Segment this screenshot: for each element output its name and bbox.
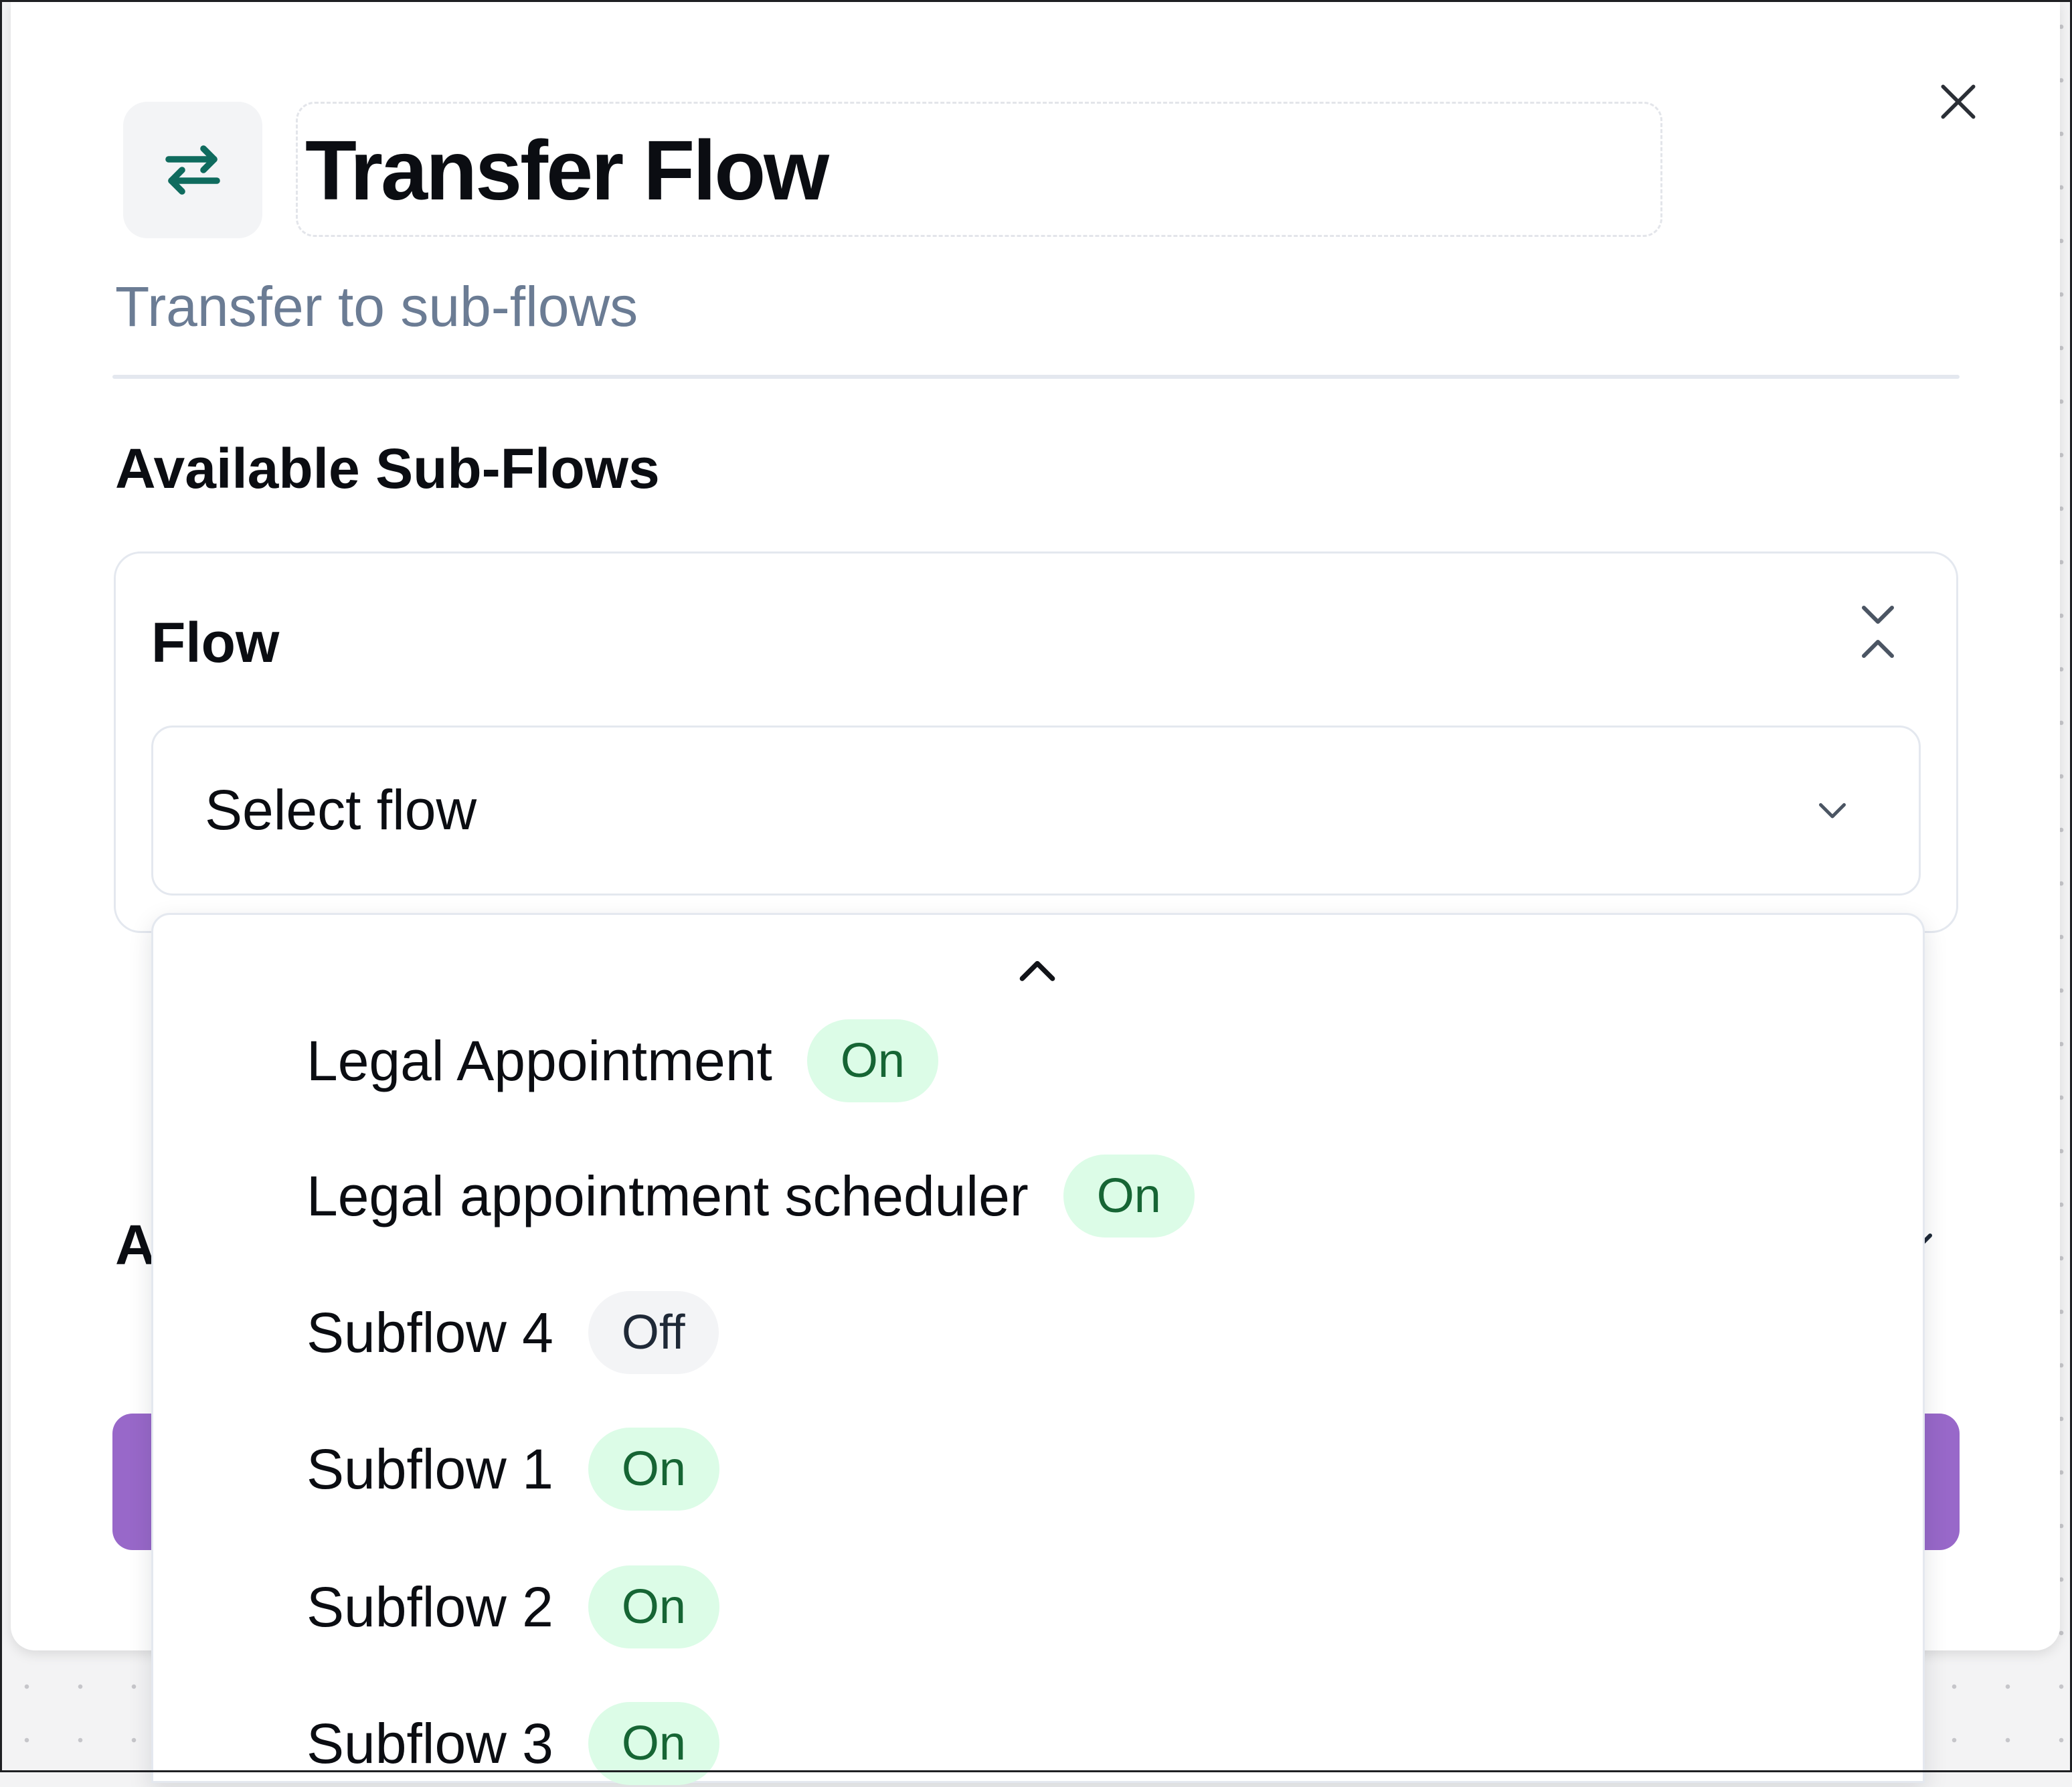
flow-label: Flow: [151, 611, 280, 674]
close-icon: [1941, 84, 1976, 119]
scroll-up-button[interactable]: [1012, 950, 1063, 988]
chevron-down-icon: [1810, 787, 1855, 833]
dropdown-option-subflow-3[interactable]: Subflow 3 On: [307, 1700, 719, 1787]
header-divider: [112, 375, 1960, 379]
status-badge: On: [588, 1565, 719, 1648]
available-subflows-heading: Available Sub-Flows: [115, 437, 660, 500]
collapse-button[interactable]: [1855, 601, 1901, 663]
option-label: Legal Appointment: [307, 1029, 772, 1092]
dropdown-option-legal-appointment-scheduler[interactable]: Legal appointment scheduler On: [307, 1153, 1195, 1240]
transfer-arrows-icon: [165, 145, 220, 195]
status-badge: On: [1063, 1155, 1195, 1238]
page-subtitle: Transfer to sub-flows: [115, 275, 638, 338]
collapse-chevrons-icon: [1862, 606, 1894, 658]
option-label: Subflow 2: [307, 1576, 553, 1638]
dropdown-option-subflow-4[interactable]: Subflow 4 Off: [307, 1289, 719, 1376]
option-label: Subflow 4: [307, 1301, 553, 1364]
dropdown-option-subflow-1[interactable]: Subflow 1 On: [307, 1426, 719, 1513]
close-button[interactable]: [1933, 76, 1984, 127]
transfer-icon-container: [123, 102, 262, 238]
option-label: Subflow 1: [307, 1438, 553, 1501]
dropdown-option-subflow-2[interactable]: Subflow 2 On: [307, 1563, 719, 1650]
status-badge: Off: [588, 1291, 719, 1374]
status-badge: On: [588, 1702, 719, 1785]
flow-select-placeholder: Select flow: [205, 778, 477, 841]
covered-section-heading: A: [115, 1213, 156, 1276]
dropdown-option-legal-appointment[interactable]: Legal Appointment On: [307, 1017, 938, 1104]
page-title[interactable]: Transfer Flow: [305, 120, 829, 221]
option-label: Legal appointment scheduler: [307, 1165, 1029, 1227]
status-badge: On: [806, 1019, 938, 1102]
chevron-up-icon: [1019, 960, 1055, 981]
option-label: Subflow 3: [307, 1712, 553, 1775]
status-badge: On: [588, 1428, 719, 1511]
